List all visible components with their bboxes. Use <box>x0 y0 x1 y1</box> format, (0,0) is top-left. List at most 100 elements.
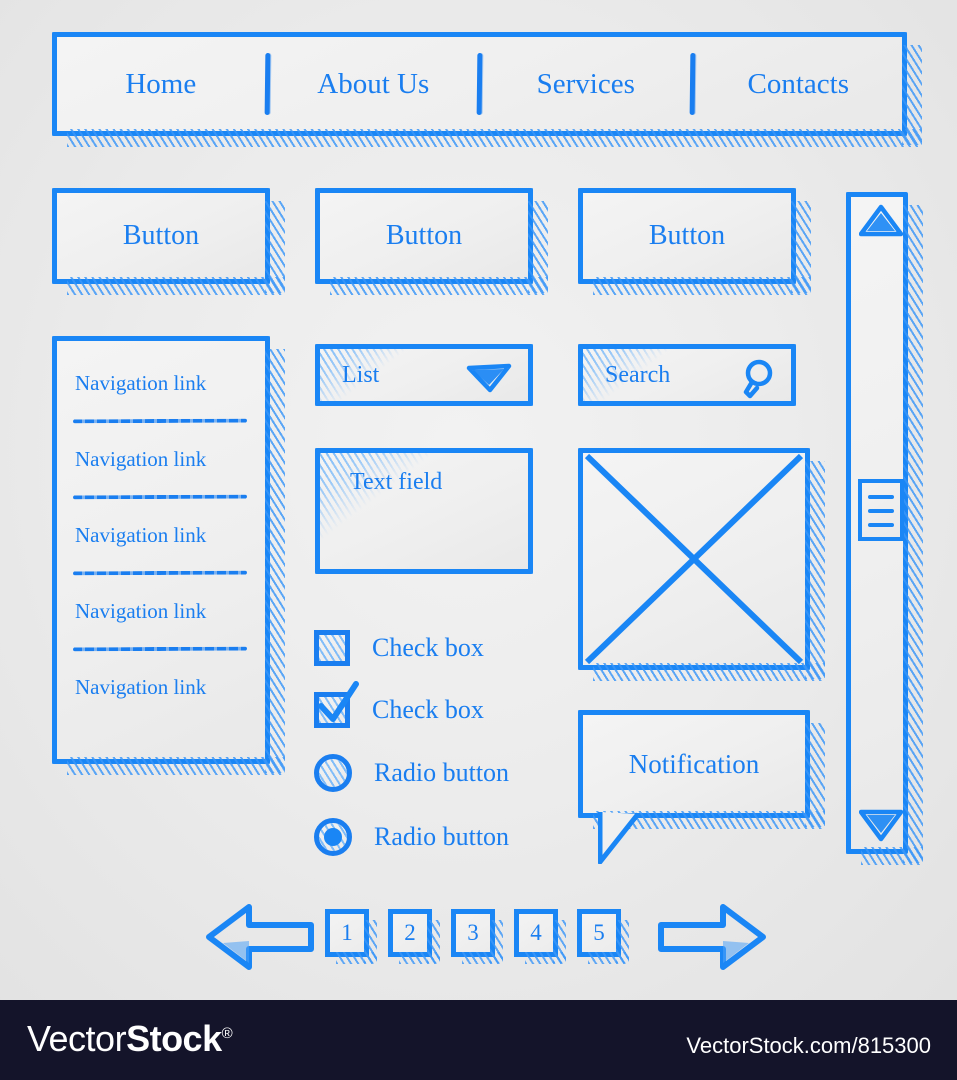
navigation-link-divider <box>72 494 248 500</box>
page-number: 1 <box>341 920 353 945</box>
grip-line-icon <box>868 509 894 513</box>
page-shadow-bottom <box>588 952 629 964</box>
nav-item-contacts[interactable]: Contacts <box>695 68 903 101</box>
grip-line-icon <box>868 495 894 499</box>
button-shadow-bottom <box>67 277 285 295</box>
search-icon[interactable] <box>733 358 777 404</box>
scrollbar-thumb[interactable] <box>858 479 904 541</box>
radio-unselected-icon[interactable] <box>314 754 352 792</box>
navigation-link-label: Navigation link <box>75 447 207 471</box>
nav-separator-icon <box>689 52 695 116</box>
button-shadow-right <box>791 201 811 293</box>
button-shadow-right <box>265 201 285 293</box>
page-shadow-bottom <box>462 952 503 964</box>
navigation-link-divider <box>72 646 248 652</box>
page-shadow-bottom <box>525 952 566 964</box>
page-button-4[interactable]: 4 <box>514 909 566 964</box>
text-field-value: Text field <box>350 469 443 495</box>
registered-trademark-icon: ® <box>221 1025 233 1042</box>
checkbox-label: Check box <box>372 633 484 662</box>
watermark-url: VectorStock.com/815300 <box>686 1033 931 1058</box>
chevron-down-icon[interactable] <box>466 363 512 393</box>
nav-item-about-us[interactable]: About Us <box>270 68 478 101</box>
navpanel-shadow-bottom <box>67 757 285 775</box>
arrow-right-icon[interactable] <box>657 901 767 973</box>
triangle-up-icon[interactable] <box>858 203 904 237</box>
checkbox-label: Check box <box>372 695 484 724</box>
page-button-3[interactable]: 3 <box>451 909 503 964</box>
button-3[interactable]: Button <box>578 188 811 295</box>
checkbox-unchecked-icon[interactable] <box>314 630 350 666</box>
scrollbar-shadow-right <box>903 205 923 863</box>
button-2[interactable]: Button <box>315 188 548 295</box>
footer-watermark-bar: VectorStock® VectorStock.com/815300 <box>0 1000 957 1080</box>
button-label: Button <box>385 220 463 251</box>
page-number: 5 <box>593 920 605 945</box>
navigation-link-4[interactable]: Navigation link <box>72 583 249 659</box>
wireframe-ui-kit-canvas: Home About Us Services Contacts Button B… <box>0 0 957 1000</box>
radio-row-unselected[interactable]: Radio button <box>314 754 509 792</box>
checkbox-checked-icon[interactable] <box>314 681 359 728</box>
button-shadow-right <box>528 201 548 293</box>
navigation-link-divider <box>72 418 248 424</box>
scrollbar-shadow-bottom <box>861 847 923 865</box>
navigation-link-label: Navigation link <box>75 371 207 395</box>
pagination: 1 2 3 4 5 <box>205 895 767 985</box>
notification-tail-icon <box>598 812 644 864</box>
navbar-shadow-bottom <box>67 129 922 147</box>
navigation-link-label: Navigation link <box>75 675 207 699</box>
top-navigation-bar: Home About Us Services Contacts <box>52 32 922 147</box>
list-dropdown-value: List <box>342 362 380 388</box>
navigation-link-divider <box>72 570 248 576</box>
grip-line-icon <box>868 523 894 527</box>
list-dropdown[interactable]: List <box>315 344 533 406</box>
nav-item-home[interactable]: Home <box>57 68 265 101</box>
checkbox-row-checked[interactable]: Check box <box>314 681 484 728</box>
page-number: 2 <box>404 920 416 945</box>
arrow-left-icon[interactable] <box>205 901 315 973</box>
nav-item-label: Home <box>125 67 197 100</box>
button-shadow-bottom <box>330 277 548 295</box>
notification-label: Notification <box>628 748 760 779</box>
navpanel-shadow-right <box>265 349 285 773</box>
page-button-2[interactable]: 2 <box>388 909 440 964</box>
navigation-link-5[interactable]: Navigation link <box>73 659 249 735</box>
page-shadow-bottom <box>336 952 377 964</box>
page-button-5[interactable]: 5 <box>577 909 629 964</box>
nav-separator-icon <box>264 52 270 116</box>
navigation-link-2[interactable]: Navigation link <box>72 431 249 507</box>
button-label: Button <box>122 220 200 251</box>
logo-stock-text: Stock <box>126 1018 222 1059</box>
triangle-down-icon[interactable] <box>858 809 904 843</box>
nav-item-label: About Us <box>317 67 430 100</box>
nav-separator-icon <box>476 52 483 116</box>
navigation-link-panel: Navigation link Navigation link Navigati… <box>52 336 285 775</box>
page-button-1[interactable]: 1 <box>325 909 377 964</box>
nav-item-label: Contacts <box>747 67 850 100</box>
navigation-link-label: Navigation link <box>75 599 207 623</box>
vertical-scrollbar[interactable] <box>846 192 923 865</box>
navigation-link-1[interactable]: Navigation link <box>72 355 249 431</box>
radio-label: Radio button <box>374 822 510 851</box>
button-1[interactable]: Button <box>52 188 285 295</box>
image-placeholder-shadow-right <box>805 461 825 679</box>
checkmark-icon <box>318 681 359 722</box>
button-label: Button <box>648 220 726 251</box>
image-placeholder[interactable] <box>578 448 825 681</box>
radio-selected-icon[interactable] <box>314 818 352 856</box>
page-shadow-bottom <box>399 952 440 964</box>
text-field[interactable]: Text field <box>315 448 533 574</box>
checkbox-row-unchecked[interactable]: Check box <box>314 630 484 666</box>
nav-item-services[interactable]: Services <box>482 68 690 101</box>
navigation-link-label: Navigation link <box>75 523 207 547</box>
nav-item-label: Services <box>536 67 635 100</box>
radio-row-selected[interactable]: Radio button <box>314 818 509 856</box>
search-input-value: Search <box>605 362 671 388</box>
search-input[interactable]: Search <box>578 344 796 406</box>
vectorstock-logo: VectorStock® <box>27 1018 233 1060</box>
notification-bubble[interactable]: Notification <box>578 710 825 829</box>
button-shadow-bottom <box>593 277 811 295</box>
image-placeholder-shadow-bottom <box>593 663 825 681</box>
navbar-shadow-right <box>902 45 922 145</box>
navigation-link-3[interactable]: Navigation link <box>72 507 249 583</box>
